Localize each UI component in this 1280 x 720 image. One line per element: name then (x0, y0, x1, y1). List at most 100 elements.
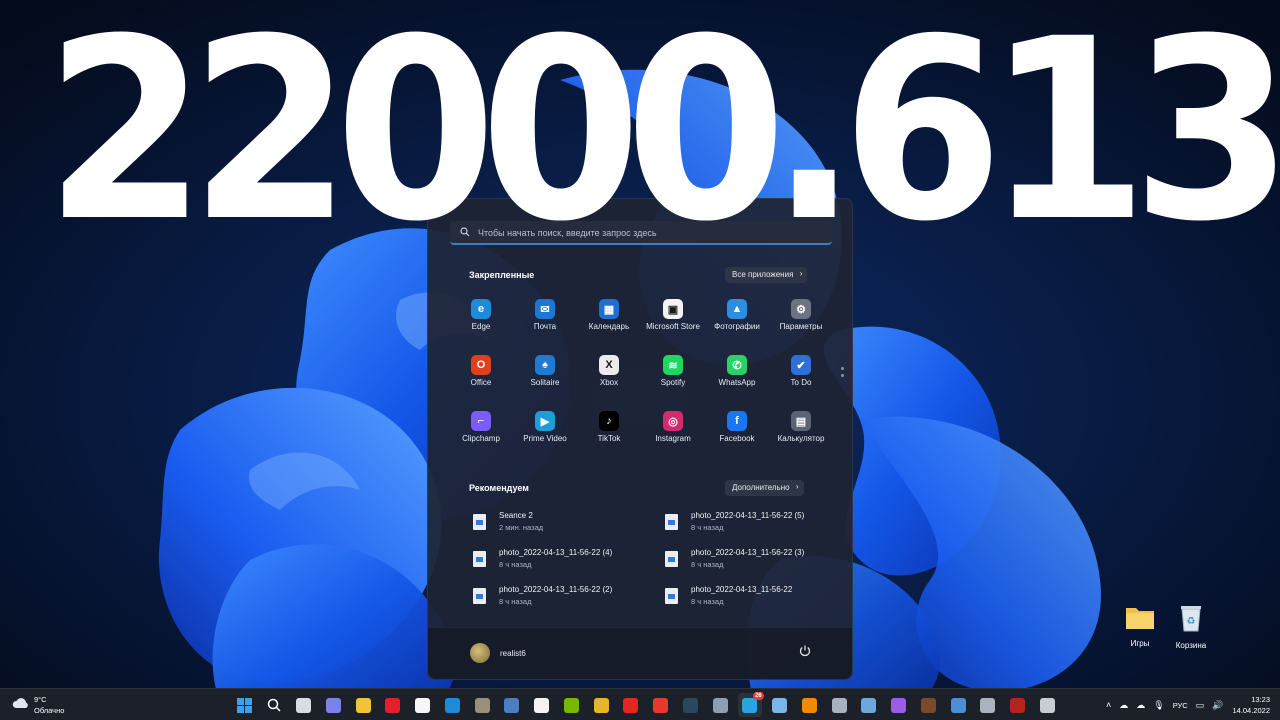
taskbar-app-9-button[interactable] (470, 693, 494, 717)
pinned-app-tile[interactable]: ▲ Фотографии (705, 293, 769, 349)
taskbar-teams-button[interactable] (321, 693, 345, 717)
recommended-item-time: 8 ч назад (691, 560, 724, 569)
recommended-item-name: photo_2022-04-13_11-56-22 (5) (691, 511, 805, 520)
taskbar-nvidia-button[interactable] (559, 693, 583, 717)
taskbar-start-button[interactable] (232, 693, 256, 717)
volume-icon[interactable]: 🔊 (1212, 700, 1223, 711)
yandex-browser-icon (415, 697, 430, 713)
pinned-app-tile[interactable]: ✆ WhatsApp (705, 349, 769, 405)
pinned-app-tile[interactable]: ♠ Solitaire (513, 349, 577, 405)
taskbar-app-25-button[interactable] (946, 693, 970, 717)
recommended-section-title: Рекомендуем (469, 483, 529, 493)
more-button[interactable]: Дополнительно › (725, 480, 804, 496)
opera-icon (385, 697, 401, 713)
todo-icon: ✔ (791, 355, 811, 375)
network-icon[interactable]: ▭ (1196, 700, 1205, 711)
pinned-app-tile[interactable]: O Office (449, 349, 513, 405)
pinned-app-label: Prime Video (523, 434, 567, 443)
desktop-icon-games[interactable]: Игры (1115, 604, 1165, 648)
recommended-item[interactable]: Seance 2 2 мин. назад (470, 511, 662, 548)
more-label: Дополнительно (732, 483, 790, 492)
taskbar-edge-button[interactable] (440, 693, 464, 717)
user-avatar[interactable] (470, 643, 490, 663)
pinned-app-tile[interactable]: X Xbox (577, 349, 641, 405)
taskbar-calculator-button[interactable] (708, 693, 732, 717)
taskbar-app-24-button[interactable] (916, 693, 940, 717)
taskbar-camera-button[interactable] (827, 693, 851, 717)
microphone-icon[interactable]: 🎙 (1153, 700, 1164, 711)
pinned-app-tile[interactable]: ◎ Instagram (641, 405, 705, 461)
recommended-item-name: photo_2022-04-13_11-56-22 (2) (499, 585, 613, 594)
app-icon (504, 697, 520, 713)
pinned-app-tile[interactable]: ✔ To Do (769, 349, 833, 405)
taskbar-app-28-button[interactable] (1035, 693, 1059, 717)
power-icon[interactable] (798, 644, 812, 658)
recommended-item[interactable]: photo_2022-04-13_11-56-22 (3) 8 ч назад (662, 548, 840, 585)
desktop-icon-recycle-bin[interactable]: ♻ Корзина (1166, 604, 1216, 650)
vlc-icon (801, 697, 817, 713)
taskbar-app-10-button[interactable] (500, 693, 524, 717)
clock-date: 14.04.2022 (1232, 706, 1270, 715)
tiktok-icon: ♪ (599, 411, 619, 431)
taskbar-steam-button[interactable] (678, 693, 702, 717)
app-icon (861, 697, 877, 713)
pinned-app-label: Facebook (719, 434, 755, 443)
pinned-app-tile[interactable]: ▦ Календарь (577, 293, 641, 349)
dota-icon (1010, 697, 1025, 713)
recommended-item[interactable]: photo_2022-04-13_11-56-22 (5) 8 ч назад (662, 511, 840, 548)
recycle-bin-icon: ♻ (1181, 606, 1201, 632)
taskbar-opera-button[interactable] (381, 693, 405, 717)
instagram-icon: ◎ (663, 411, 683, 431)
pinned-app-tile[interactable]: f Facebook (705, 405, 769, 461)
pinned-app-label: TikTok (597, 434, 621, 443)
pinned-app-tile[interactable]: ✉ Почта (513, 293, 577, 349)
onedrive-cloud-icon[interactable]: ☁ (1119, 700, 1128, 711)
taskbar-vlc-button[interactable] (797, 693, 821, 717)
taskbar-explorer-button[interactable] (351, 693, 375, 717)
taskbar-yandex-button[interactable] (619, 693, 643, 717)
pinned-app-tile[interactable]: ▣ Microsoft Store (641, 293, 705, 349)
pinned-app-tile[interactable]: ⌐ Clipchamp (449, 405, 513, 461)
clock[interactable]: 13:23 14.04.2022 (1232, 694, 1270, 716)
taskbar-chrome-button[interactable] (589, 693, 613, 717)
pinned-app-label: Почта (533, 322, 557, 331)
taskbar-notepad-button[interactable] (768, 693, 792, 717)
spotify-icon: ≋ (663, 355, 683, 375)
cloud-sync-icon[interactable]: ☁ (1136, 700, 1145, 711)
user-name[interactable]: realist6 (500, 649, 526, 658)
taskbar-dota-button[interactable] (1006, 693, 1030, 717)
chrome-icon (593, 697, 609, 713)
image-file-icon (473, 588, 486, 604)
taskbar-app-22-button[interactable] (857, 693, 881, 717)
app-icon (1039, 697, 1055, 713)
taskbar-settings-button[interactable] (976, 693, 1000, 717)
pinned-app-tile[interactable]: e Edge (449, 293, 513, 349)
pinned-app-tile[interactable]: ≋ Spotify (641, 349, 705, 405)
taskbar-ea-button[interactable] (649, 693, 673, 717)
recommended-item[interactable]: photo_2022-04-13_11-56-22 (4) 8 ч назад (470, 548, 662, 585)
taskbar-yandex-browser-button[interactable] (411, 693, 435, 717)
chevron-up-icon[interactable]: ˄ (1106, 700, 1111, 710)
recommended-item[interactable]: photo_2022-04-13_11-56-22 (2) 8 ч назад (470, 585, 662, 622)
pinned-page-indicator[interactable] (841, 367, 844, 381)
recommended-item[interactable]: photo_2022-04-13_11-56-22 8 ч назад (662, 585, 840, 622)
language-indicator[interactable]: РУС (1173, 701, 1188, 710)
pinned-app-tile[interactable]: ♪ TikTok (577, 405, 641, 461)
calendar-icon: ▦ (599, 299, 619, 319)
taskbar-app-23-button[interactable] (887, 693, 911, 717)
pinned-app-tile[interactable]: ▤ Калькулятор (769, 405, 833, 461)
pinned-app-label: Spotify (660, 378, 686, 387)
clock-time: 13:23 (1251, 695, 1270, 704)
taskbar-store-button[interactable] (530, 693, 554, 717)
pinned-app-tile[interactable]: ▶ Prime Video (513, 405, 577, 461)
store-icon (534, 697, 549, 713)
pinned-app-label: Календарь (588, 322, 630, 331)
taskbar-search-button[interactable] (262, 693, 286, 717)
svg-text:♻: ♻ (1187, 616, 1196, 627)
clipchamp-icon: ⌐ (471, 411, 491, 431)
taskbar-telegram-button[interactable]: 26 (737, 692, 764, 717)
taskbar-task-view-button[interactable] (292, 693, 316, 717)
image-file-icon (473, 514, 486, 530)
pinned-app-tile[interactable]: ⚙ Параметры (769, 293, 833, 349)
app-icon (474, 697, 490, 713)
